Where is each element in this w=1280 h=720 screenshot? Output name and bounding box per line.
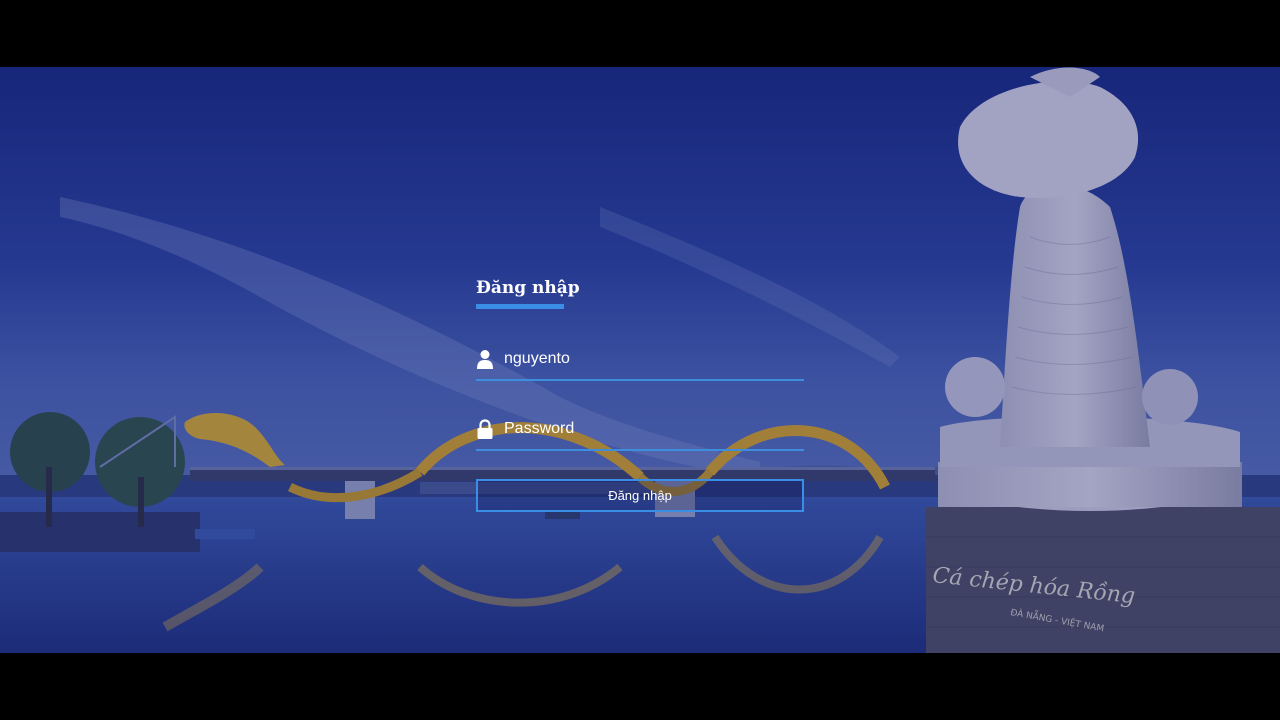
password-input[interactable] [504,417,794,441]
title-underline [476,304,564,309]
letterbox-bottom [0,653,1280,720]
user-icon [477,350,493,369]
username-input[interactable] [504,347,794,371]
login-button[interactable]: Đăng nhập [476,479,804,512]
login-form: Đăng nhập Đăng nhập [476,274,804,512]
background-scene: Cá chép hóa Rồng ĐÀ NẴNG - VIỆT NAM Đăng… [0,67,1280,653]
login-title: Đăng nhập [476,278,580,298]
password-field [476,413,804,451]
letterbox-top [0,0,1280,67]
username-field [476,343,804,381]
lock-icon [477,419,493,439]
